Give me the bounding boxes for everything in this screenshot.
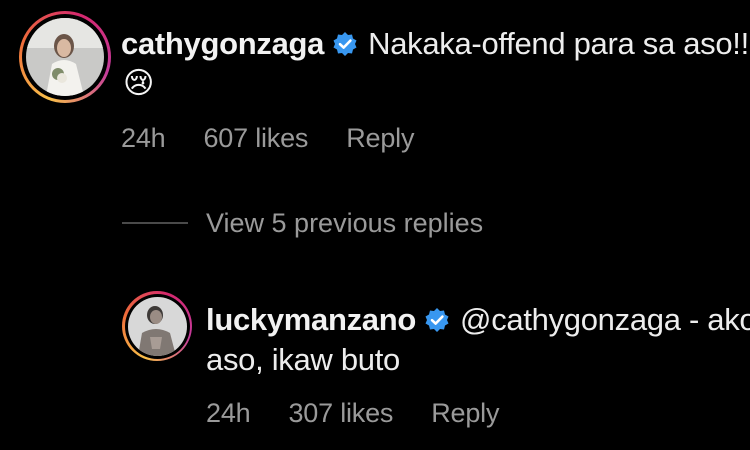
username[interactable]: luckymanzano xyxy=(206,302,416,337)
username[interactable]: cathygonzaga xyxy=(121,26,324,61)
comment-luckymanzano: luckymanzano @cathygonzaga - ako aso, ika… xyxy=(0,280,750,450)
crying-face-emoji: 😢 xyxy=(123,67,155,100)
reply-button[interactable]: Reply xyxy=(431,398,499,428)
comment-text-line2: aso, ikaw buto xyxy=(206,342,400,377)
likes-count[interactable]: 307 likes xyxy=(288,398,393,428)
comment-text-line1: @cathygonzaga - ako xyxy=(460,302,750,337)
avatar[interactable] xyxy=(127,296,187,356)
thread-divider xyxy=(122,222,188,224)
reply-button[interactable]: Reply xyxy=(346,123,414,153)
avatar[interactable] xyxy=(26,18,104,96)
verified-badge-icon xyxy=(424,305,450,341)
comment-timestamp: 24h xyxy=(121,123,166,153)
comment-cathygonzaga: cathygonzaga Nakaka-offend para sa aso!!!… xyxy=(0,0,750,170)
view-previous-replies-button[interactable]: View 5 previous replies xyxy=(206,208,483,239)
comment-timestamp: 24h xyxy=(206,398,251,428)
verified-badge-icon xyxy=(332,29,358,65)
avatar-ring[interactable] xyxy=(19,11,111,103)
avatar-ring[interactable] xyxy=(122,291,192,361)
likes-count[interactable]: 607 likes xyxy=(203,123,308,153)
comment-text: Nakaka-offend para sa aso!!! xyxy=(368,26,750,61)
